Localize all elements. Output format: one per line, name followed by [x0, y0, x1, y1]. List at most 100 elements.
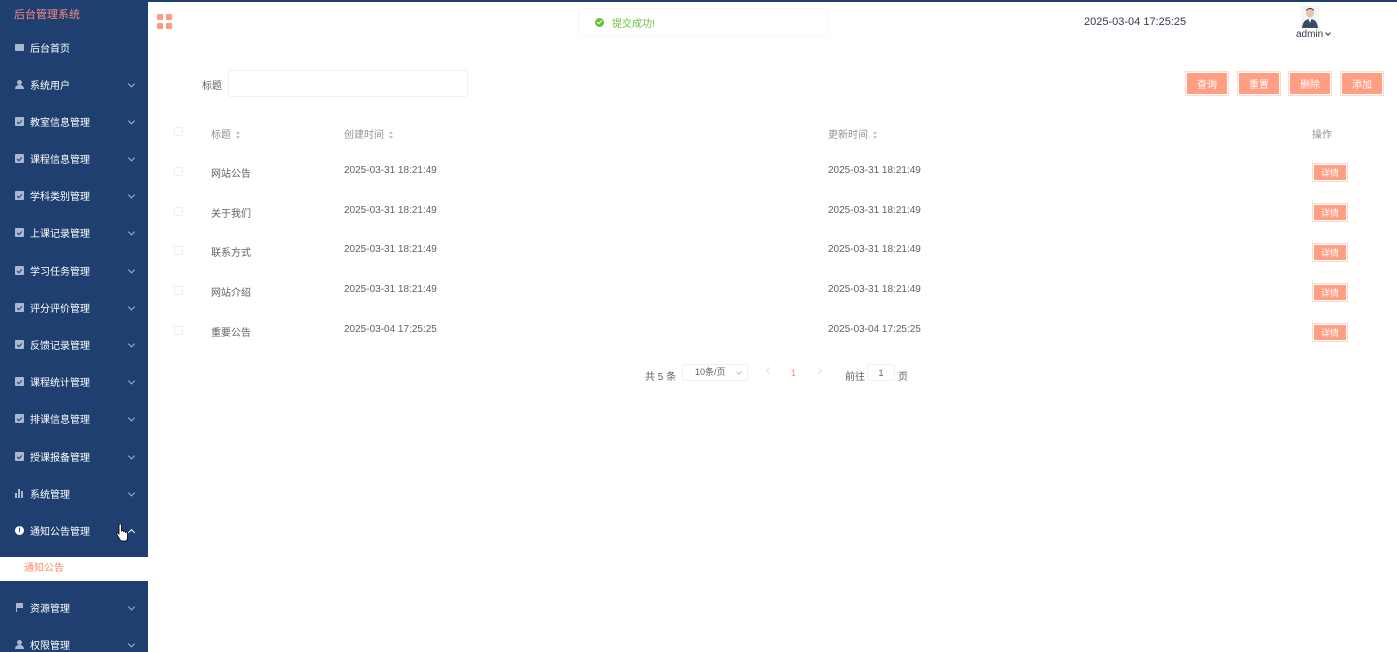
chevron-down-icon	[127, 639, 136, 648]
column-header-created[interactable]: 创建时间	[344, 126, 394, 141]
check-square-icon	[15, 340, 24, 349]
sidebar-item-label: 教室信息管理	[30, 118, 90, 129]
prev-page-button[interactable]	[765, 366, 774, 375]
chevron-down-icon	[127, 265, 136, 274]
user-menu[interactable]: admin	[1296, 29, 1332, 40]
page-suffix-label: 页	[898, 372, 908, 383]
goto-page-input[interactable]	[867, 364, 895, 381]
sidebar-item-evaluation[interactable]: 评分评价管理	[0, 289, 148, 326]
sidebar-item-label: 后台首页	[30, 44, 70, 55]
row-checkbox[interactable]	[174, 286, 183, 295]
sidebar-item-class-record[interactable]: 上课记录管理	[0, 214, 148, 251]
sort-icon[interactable]	[236, 131, 241, 140]
chevron-down-icon	[736, 369, 742, 375]
bar-chart-icon	[15, 489, 24, 498]
submenu-item-notice[interactable]: 通知公告	[5, 557, 148, 581]
row-checkbox[interactable]	[174, 207, 183, 216]
avatar[interactable]	[1301, 6, 1319, 28]
sidebar-item-label: 反馈记录管理	[30, 341, 90, 352]
table-cell-title: 关于我们	[211, 209, 251, 220]
sidebar-item-course[interactable]: 课程信息管理	[0, 140, 148, 177]
sidebar-item-label: 课程信息管理	[30, 155, 90, 166]
column-header-updated[interactable]: 更新时间	[828, 126, 878, 141]
detail-button[interactable]: 详情	[1312, 203, 1348, 222]
sidebar-item-label: 评分评价管理	[30, 304, 90, 315]
detail-button[interactable]: 详情	[1312, 323, 1348, 342]
chevron-down-icon	[127, 376, 136, 385]
table-cell-created: 2025-03-31 18:21:49	[344, 284, 437, 295]
check-square-icon	[15, 228, 24, 237]
chevron-down-icon	[127, 451, 136, 460]
success-toast: 提交成功!	[578, 8, 828, 36]
column-header-actions: 操作	[1312, 130, 1332, 141]
row-checkbox[interactable]	[174, 246, 183, 255]
sidebar-item-label: 系统管理	[30, 490, 70, 501]
sidebar-item-label: 排课信息管理	[30, 415, 90, 426]
sidebar-item-home[interactable]: 后台首页	[0, 29, 148, 66]
chevron-down-icon	[127, 227, 136, 236]
next-page-button[interactable]	[814, 366, 823, 375]
row-checkbox[interactable]	[174, 326, 183, 335]
monitor-icon	[15, 44, 24, 51]
table-cell-created: 2025-03-31 18:21:49	[344, 244, 437, 255]
row-checkbox[interactable]	[174, 167, 183, 176]
chevron-down-icon	[127, 153, 136, 162]
chevron-down-icon	[127, 413, 136, 422]
table-cell-updated: 2025-03-31 18:21:49	[828, 284, 921, 295]
chevron-up-icon	[127, 528, 136, 536]
sidebar-item-subject[interactable]: 学科类别管理	[0, 177, 148, 214]
detail-button[interactable]: 详情	[1312, 163, 1348, 182]
sidebar-item-permissions[interactable]: 权限管理	[0, 626, 148, 652]
check-square-icon	[15, 266, 24, 275]
sidebar-item-system[interactable]: 系统管理	[0, 475, 148, 512]
check-square-icon	[15, 377, 24, 386]
top-header: 提交成功! 2025-03-04 17:25:25 admin	[148, 0, 1397, 44]
sidebar-item-task[interactable]: 学习任务管理	[0, 252, 148, 289]
title-search-input[interactable]	[228, 70, 468, 97]
sidebar-item-classroom[interactable]: 教室信息管理	[0, 103, 148, 140]
sidebar-item-report[interactable]: 授课报备管理	[0, 438, 148, 475]
pagination-total: 共 5 条	[645, 372, 677, 383]
chevron-down-icon	[127, 488, 136, 497]
chevron-down-icon	[127, 302, 136, 311]
check-square-icon	[15, 414, 24, 423]
info-icon: i	[15, 526, 24, 535]
table-cell-title: 重要公告	[211, 328, 251, 339]
page-size-value: 10条/页	[695, 367, 726, 377]
chevron-down-icon	[127, 602, 136, 611]
table-cell-created: 2025-03-31 18:21:49	[344, 205, 437, 216]
sidebar-item-label: 通知公告管理	[30, 527, 90, 538]
sidebar-item-system-users[interactable]: 系统用户	[0, 66, 148, 103]
detail-button[interactable]: 详情	[1312, 243, 1348, 262]
sidebar-item-statistics[interactable]: 课程统计管理	[0, 363, 148, 400]
select-all-checkbox[interactable]	[174, 127, 183, 136]
username-label: admin	[1296, 29, 1324, 40]
toast-message: 提交成功!	[612, 18, 655, 30]
sidebar-item-label: 资源管理	[30, 604, 70, 615]
check-square-icon	[15, 191, 24, 200]
user-icon	[15, 640, 24, 649]
chevron-down-icon	[1325, 30, 1332, 36]
query-button[interactable]: 查询	[1185, 71, 1229, 96]
reset-button[interactable]: 重置	[1237, 71, 1281, 96]
column-header-label: 更新时间	[828, 130, 868, 141]
delete-button[interactable]: 删除	[1288, 71, 1332, 96]
sort-icon[interactable]	[389, 131, 394, 140]
detail-button[interactable]: 详情	[1312, 283, 1348, 302]
check-square-icon	[15, 154, 24, 163]
sidebar-item-feedback[interactable]: 反馈记录管理	[0, 326, 148, 363]
column-header-title[interactable]: 标题	[211, 126, 241, 141]
column-header-label: 标题	[211, 130, 231, 141]
search-label: 标题	[202, 81, 222, 92]
sort-icon[interactable]	[873, 131, 878, 140]
page-size-select[interactable]: 10条/页	[682, 364, 748, 381]
check-square-icon	[15, 303, 24, 312]
sidebar-item-resources[interactable]: 资源管理	[0, 589, 148, 626]
grid-menu-icon[interactable]	[157, 14, 172, 29]
sidebar-item-label: 授课报备管理	[30, 453, 90, 464]
sidebar-item-schedule[interactable]: 排课信息管理	[0, 400, 148, 437]
page-number-current[interactable]: 1	[791, 368, 796, 378]
sidebar-item-label: 学习任务管理	[30, 267, 90, 278]
add-button[interactable]: 添加	[1340, 71, 1384, 96]
chevron-down-icon	[127, 190, 136, 199]
